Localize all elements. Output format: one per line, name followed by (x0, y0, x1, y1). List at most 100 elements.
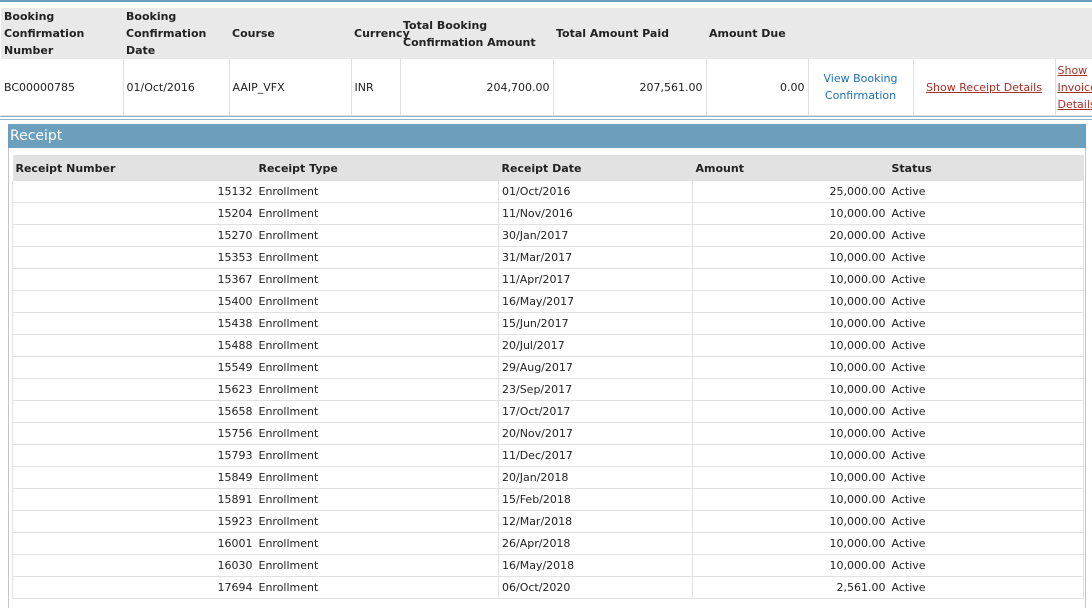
receipt-details-cell: Show Receipt Details (913, 59, 1056, 116)
receipt-date: 15/Jun/2017 (498, 312, 693, 335)
receipt-type: Enrollment (255, 268, 499, 291)
section-divider-bottom (0, 119, 1092, 120)
receipt-panel-title: Receipt (8, 124, 1086, 148)
receipt-type: Enrollment (255, 334, 499, 357)
col-header-amount: Amount (692, 155, 889, 181)
col-header-currency: Currency (351, 8, 410, 59)
receipt-date: 01/Oct/2016 (498, 181, 693, 203)
receipt-date: 23/Sep/2017 (498, 378, 693, 401)
receipt-type: Enrollment (255, 532, 499, 555)
table-row: 15270 Enrollment 30/Jan/2017 20,000.00 Activ… (12, 224, 1084, 247)
receipt-amount: 10,000.00 (692, 422, 889, 445)
receipt-status: Active (888, 576, 1084, 599)
receipt-amount: 10,000.00 (692, 290, 889, 313)
table-row: 15132 Enrollment 01/Oct/2016 25,000.00 Activ… (12, 181, 1084, 203)
table-row: 15756 Enrollment 20/Nov/2017 10,000.00 Activ… (12, 422, 1084, 445)
receipt-status: Active (888, 466, 1084, 489)
top-accent-line (0, 0, 1092, 2)
table-row: 16001 Enrollment 26/Apr/2018 10,000.00 Activ… (12, 532, 1084, 555)
receipt-amount: 10,000.00 (692, 532, 889, 555)
receipt-amount: 10,000.00 (692, 268, 889, 291)
receipt-status: Active (888, 444, 1084, 467)
receipt-header-row: Receipt Number Receipt Type Receipt Date… (12, 155, 1084, 181)
receipt-amount: 10,000.00 (692, 466, 889, 489)
receipt-number: 15400 (12, 290, 256, 313)
receipt-status: Active (888, 334, 1084, 357)
col-header-amount-paid: Total Amount Paid (553, 8, 706, 59)
receipt-type: Enrollment (255, 356, 499, 379)
col-header-blank-1 (808, 8, 913, 59)
receipt-date: 12/Mar/2018 (498, 510, 693, 533)
booking-currency: INR (351, 59, 401, 116)
receipt-amount: 10,000.00 (692, 246, 889, 269)
table-row: 15658 Enrollment 17/Oct/2017 10,000.00 Activ… (12, 400, 1084, 423)
receipt-number: 15204 (12, 202, 256, 225)
receipt-status: Active (888, 312, 1084, 335)
receipt-number: 15488 (12, 334, 256, 357)
receipt-number: 16001 (12, 532, 256, 555)
receipt-amount: 10,000.00 (692, 488, 889, 511)
show-receipt-details-link[interactable]: Show Receipt Details (926, 81, 1042, 94)
receipt-type: Enrollment (255, 576, 499, 599)
receipt-type: Enrollment (255, 290, 499, 313)
booking-confirmation-table: Booking Confirmation Number Booking Conf… (1, 8, 1092, 116)
receipt-date: 11/Apr/2017 (498, 268, 693, 291)
receipt-amount: 10,000.00 (692, 356, 889, 379)
receipt-type: Enrollment (255, 488, 499, 511)
col-header-receipt-number: Receipt Number (12, 155, 256, 181)
receipt-status: Active (888, 181, 1084, 203)
receipt-amount: 10,000.00 (692, 334, 889, 357)
receipt-table: Receipt Number Receipt Type Receipt Date… (12, 155, 1084, 599)
booking-row: BC00000785 01/Oct/2016 AAIP_VFX INR 204,… (1, 59, 1092, 116)
receipt-date: 11/Nov/2016 (498, 202, 693, 225)
receipt-date: 15/Feb/2018 (498, 488, 693, 511)
table-row: 15891 Enrollment 15/Feb/2018 10,000.00 Activ… (12, 488, 1084, 511)
receipt-status: Active (888, 356, 1084, 379)
receipt-status: Active (888, 422, 1084, 445)
view-booking-confirmation-link[interactable]: View Booking Confirmation (824, 72, 898, 102)
col-header-booking-date: Booking Confirmation Date (123, 8, 229, 59)
receipt-amount: 20,000.00 (692, 224, 889, 247)
col-header-booking-number: Booking Confirmation Number (1, 8, 123, 59)
receipt-date: 11/Dec/2017 (498, 444, 693, 467)
receipt-status: Active (888, 378, 1084, 401)
receipt-status: Active (888, 532, 1084, 555)
receipt-date: 16/May/2018 (498, 554, 693, 577)
booking-amount-due: 0.00 (706, 59, 809, 116)
receipt-amount: 25,000.00 (692, 181, 889, 203)
receipt-type: Enrollment (255, 181, 499, 203)
receipt-date: 20/Jul/2017 (498, 334, 693, 357)
receipt-date: 30/Jan/2017 (498, 224, 693, 247)
receipt-number: 15756 (12, 422, 256, 445)
receipt-type: Enrollment (255, 312, 499, 335)
receipt-number: 15793 (12, 444, 256, 467)
receipt-date: 20/Jan/2018 (498, 466, 693, 489)
receipt-type: Enrollment (255, 554, 499, 577)
receipt-status: Active (888, 246, 1084, 269)
receipt-status: Active (888, 224, 1084, 247)
receipt-type: Enrollment (255, 224, 499, 247)
receipt-status: Active (888, 202, 1084, 225)
receipt-number: 15623 (12, 378, 256, 401)
table-row: 15353 Enrollment 31/Mar/2017 10,000.00 Activ… (12, 246, 1084, 269)
receipt-status: Active (888, 554, 1084, 577)
booking-total-amount: 204,700.00 (400, 59, 554, 116)
receipt-amount: 10,000.00 (692, 400, 889, 423)
receipt-status: Active (888, 510, 1084, 533)
receipt-number: 15891 (12, 488, 256, 511)
col-header-status: Status (888, 155, 1084, 181)
show-invoice-details-link[interactable]: Show Invoice Details (1058, 64, 1092, 111)
table-row: 15923 Enrollment 12/Mar/2018 10,000.00 Activ… (12, 510, 1084, 533)
receipt-type: Enrollment (255, 202, 499, 225)
receipt-amount: 10,000.00 (692, 312, 889, 335)
booking-number: BC00000785 (1, 59, 124, 116)
booking-amount-paid: 207,561.00 (553, 59, 707, 116)
receipt-number: 15353 (12, 246, 256, 269)
receipt-date: 16/May/2017 (498, 290, 693, 313)
receipt-number: 15849 (12, 466, 256, 489)
receipt-date: 06/Oct/2020 (498, 576, 693, 599)
table-row: 15549 Enrollment 29/Aug/2017 10,000.00 Activ… (12, 356, 1084, 379)
table-row: 15438 Enrollment 15/Jun/2017 10,000.00 Activ… (12, 312, 1084, 335)
receipt-number: 15658 (12, 400, 256, 423)
col-header-receipt-type: Receipt Type (255, 155, 499, 181)
